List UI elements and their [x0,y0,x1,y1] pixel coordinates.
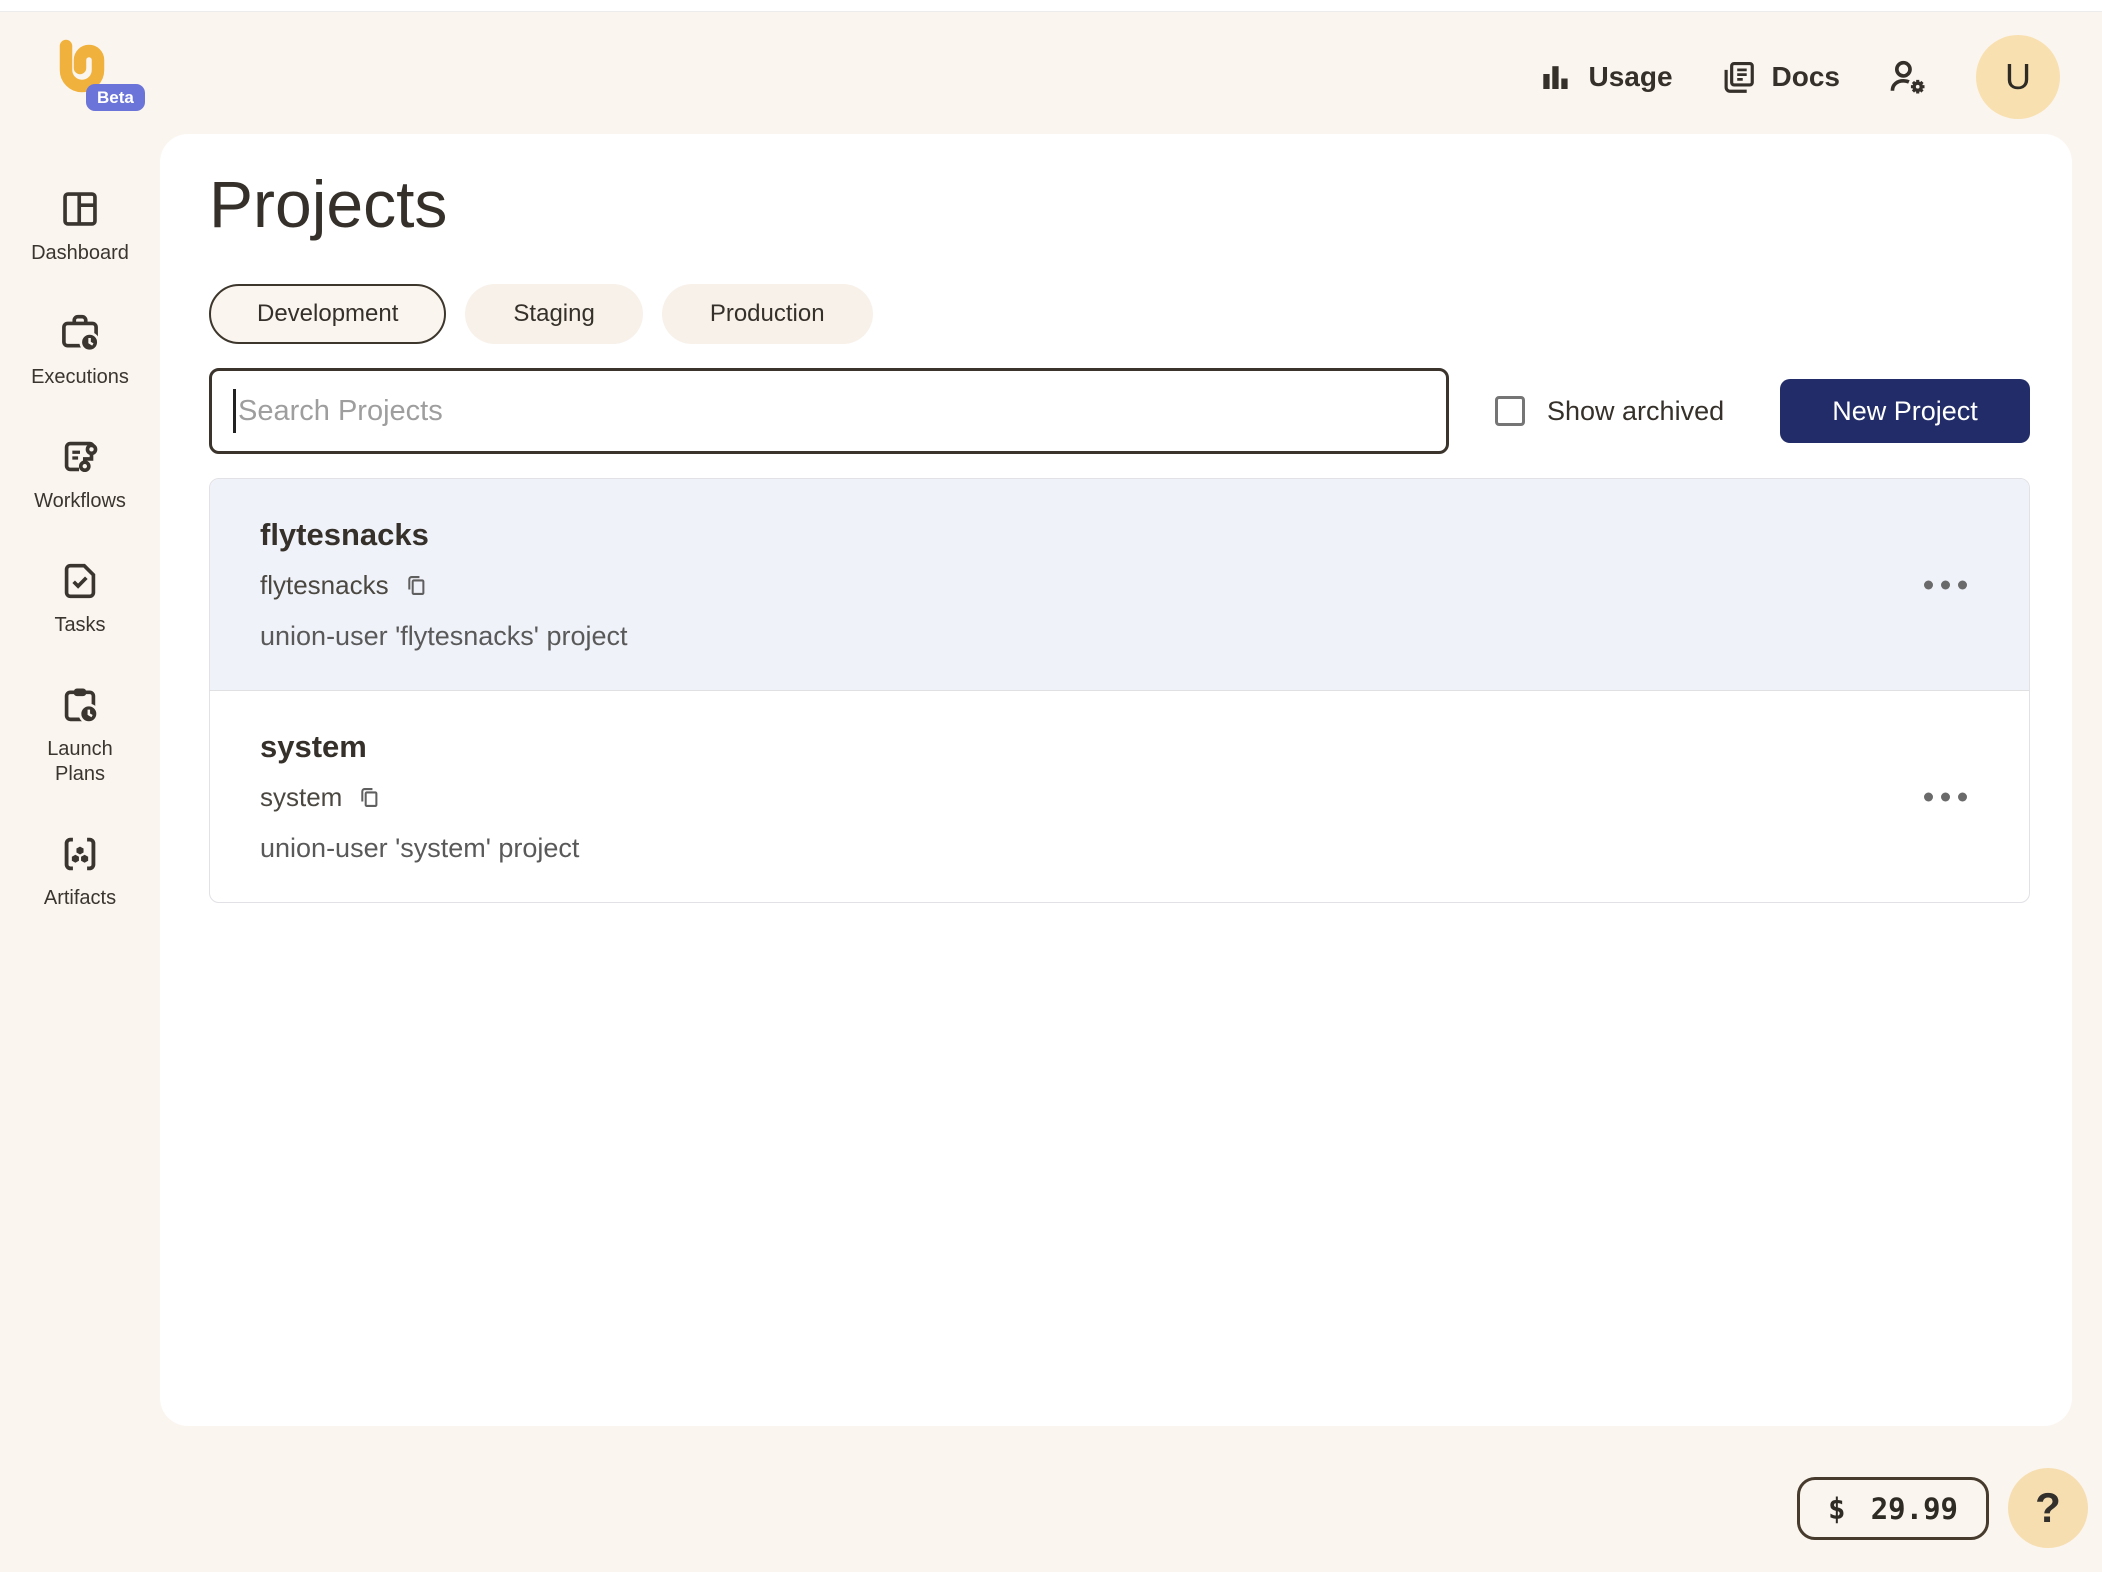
show-archived-label: Show archived [1547,395,1725,426]
sidebar-item-tasks[interactable]: Tasks [5,558,155,638]
tab-production[interactable]: Production [661,284,873,344]
executions-icon [62,314,100,353]
project-list: flytesnacks flytesnacks union-user 'flyt… [209,478,2030,903]
sidebar-item-label: Dashboard [31,242,129,264]
sidebar-item-workflows[interactable]: Workflows [5,434,155,514]
project-id: flytesnacks [260,570,389,600]
billing-amount-button[interactable]: $ 29.99 [1797,1477,1989,1540]
sidebar-item-label: Executions [31,366,129,388]
text-cursor [233,389,236,433]
docs-nav-button[interactable]: Docs [1719,58,1840,96]
bar-chart-icon [1543,66,1569,89]
project-row-flytesnacks[interactable]: flytesnacks flytesnacks union-user 'flyt… [210,479,2029,690]
window-bottom-edge [0,1572,2102,1582]
workflows-icon [64,441,98,473]
project-description: union-user 'flytesnacks' project [260,621,628,651]
currency-symbol: $ [1828,1491,1846,1526]
tab-development[interactable]: Development [209,284,447,344]
beta-badge: Beta [86,84,145,111]
manage-accounts-button[interactable] [1886,55,1930,99]
new-project-button[interactable]: New Project [1780,379,2030,443]
project-row-system[interactable]: system system union-user 'system' projec… [210,690,2029,902]
avatar[interactable]: U [1976,35,2060,119]
billing-amount: 29.99 [1870,1491,1958,1526]
page-title: Projects [209,167,448,241]
sidebar-item-executions[interactable]: Executions [5,310,155,390]
docs-label: Docs [1771,61,1840,92]
more-dots-icon [1924,580,1933,589]
help-button[interactable]: ? [2008,1468,2088,1548]
usage-nav-button[interactable]: Usage [1537,59,1673,95]
artifacts-icon [64,837,96,871]
copy-icon[interactable] [402,572,429,599]
search-input[interactable] [209,368,1449,454]
app-screen: Beta Usage Docs U Dashboard Executions W… [0,0,2102,1582]
sidebar-item-label: Launch Plans [47,738,113,785]
domain-tabs: Development Staging Production [209,284,2030,344]
usage-label: Usage [1588,61,1673,92]
question-mark-icon: ? [2035,1484,2061,1531]
main-panel: Projects Development Staging Production … [160,134,2072,1426]
copy-icon[interactable] [355,784,382,811]
window-top-edge [0,0,2102,12]
docs-icon [1724,61,1754,93]
sidebar-item-label: Workflows [34,490,126,512]
sidebar-item-artifacts[interactable]: Artifacts [5,831,155,911]
project-id: system [260,782,343,812]
sidebar-item-label: Tasks [54,614,106,636]
dashboard-icon [63,192,97,226]
project-name: system [260,729,367,764]
project-description: union-user 'system' project [260,833,580,863]
sidebar: Dashboard Executions Workflows Tasks Lau… [0,134,160,911]
avatar-initial: U [2005,56,2031,97]
sidebar-item-launch-plans[interactable]: Launch Plans [5,682,155,787]
sidebar-item-dashboard[interactable]: Dashboard [5,186,155,266]
project-menu-button[interactable] [1910,778,1981,815]
tab-staging[interactable]: Staging [465,284,643,344]
launch-plans-icon [64,688,99,724]
top-navigation: Usage Docs U [1537,30,2060,124]
project-menu-button[interactable] [1910,566,1981,603]
more-dots-icon [1924,792,1933,801]
project-name: flytesnacks [260,517,429,552]
search-row: Show archived New Project [209,368,2030,454]
tasks-icon [64,563,96,599]
show-archived-checkbox[interactable] [1495,396,1525,426]
sidebar-item-label: Artifacts [43,887,117,909]
manage-accounts-icon [1890,60,1925,94]
